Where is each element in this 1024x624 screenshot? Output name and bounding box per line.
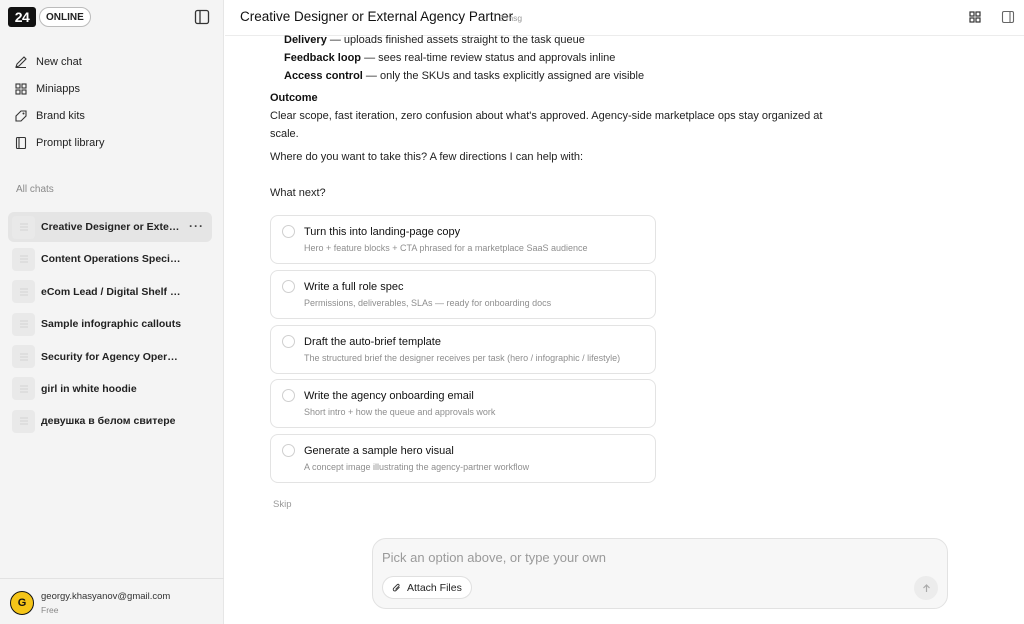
user-plan: Free bbox=[41, 605, 59, 615]
chat-thumbnail-icon bbox=[12, 280, 35, 304]
bullet-term: Access control bbox=[284, 70, 363, 82]
attach-label: Attach Files bbox=[407, 581, 462, 594]
bullet-feedback-loop: Feedback loop — sees real-time review st… bbox=[270, 49, 830, 67]
option-title: Draft the auto-brief template bbox=[304, 335, 441, 348]
bullet-term: Delivery bbox=[284, 34, 327, 46]
chat-thumbnail-icon bbox=[12, 247, 35, 271]
bullet-text: — only the SKUs and tasks explicitly ass… bbox=[362, 70, 645, 82]
send-button[interactable] bbox=[914, 576, 938, 600]
option-subtitle: A concept image illustrating the agency-… bbox=[304, 462, 530, 472]
user-email: georgy.khasyanov@gmail.com bbox=[41, 591, 171, 602]
bullet-term: Feedback loop bbox=[284, 52, 362, 64]
option-subtitle: The structured brief the designer receiv… bbox=[304, 352, 621, 363]
message-count: 2 msg bbox=[499, 13, 523, 23]
chat-thumbnail-icon bbox=[12, 345, 35, 369]
radio-button[interactable] bbox=[282, 279, 295, 293]
chat-thumbnail-icon bbox=[12, 215, 35, 239]
outcome-text-line-1: Clear scope, fast iteration, zero confus… bbox=[270, 110, 823, 122]
arrow-up-icon bbox=[922, 583, 930, 592]
option-list: Turn this into landing-page copy Hero + … bbox=[270, 215, 656, 489]
radio-button[interactable] bbox=[282, 334, 295, 348]
outcome-text-line-2: scale. bbox=[270, 128, 299, 140]
user-profile[interactable]: G georgy.khasyanov@gmail.com Free bbox=[0, 578, 224, 624]
option-title: Write the agency onboarding email bbox=[304, 390, 474, 403]
brand-kit-icon bbox=[15, 109, 27, 122]
nav-prompt-library[interactable]: Prompt library bbox=[6, 129, 216, 156]
book-icon bbox=[15, 136, 27, 149]
chat-item-girl-hoodie[interactable]: girl in white hoodie bbox=[8, 374, 212, 404]
option-title: Generate a sample hero visual bbox=[304, 445, 454, 457]
option-subtitle: Hero + feature blocks + CTA phrased for … bbox=[304, 243, 588, 253]
nav-label: Miniapps bbox=[36, 82, 81, 95]
sidebar-toggle-icon[interactable] bbox=[194, 9, 210, 25]
brand: 24 ONLINE bbox=[8, 6, 91, 28]
chat-item-sample-infographic[interactable]: Sample infographic callouts bbox=[8, 309, 212, 339]
nav-label: Prompt library bbox=[36, 136, 105, 149]
option-title: Write a full role spec bbox=[304, 280, 404, 293]
chat-thumbnail-icon bbox=[12, 377, 35, 401]
nav-brand-kits[interactable]: Brand kits bbox=[6, 102, 216, 129]
avatar[interactable]: G bbox=[10, 591, 34, 615]
message-input[interactable] bbox=[382, 547, 922, 567]
bullet-text: — sees real-time review status and appro… bbox=[361, 52, 616, 64]
chat-list: Creative Designer or External Agency Par… bbox=[8, 212, 212, 439]
bullet-access-control: Access control — only the SKUs and tasks… bbox=[270, 67, 830, 85]
chat-label: Creative Designer or External Agency Par… bbox=[41, 221, 183, 233]
option-subtitle: Short intro + how the queue and approval… bbox=[304, 407, 496, 418]
page-title: Creative Designer or External Agency Par… bbox=[240, 9, 514, 24]
chat-item-girl-sweater[interactable]: девушка в белом свитере bbox=[8, 406, 212, 436]
option-role-spec[interactable]: Write a full role spec Permissions, deli… bbox=[270, 269, 656, 319]
chat-item-content-operations[interactable]: Content Operations Specialist bbox=[8, 244, 212, 274]
sidebar-nav: New chat Miniapps Brand kits Prompt libr… bbox=[6, 48, 216, 156]
directions-text: Where do you want to take this? A few di… bbox=[270, 151, 584, 163]
chat-label: Content Operations Specialist bbox=[41, 253, 183, 266]
chat-label: Sample infographic callouts bbox=[41, 318, 182, 331]
skip-button[interactable]: Skip bbox=[273, 499, 291, 510]
radio-button[interactable] bbox=[282, 389, 295, 403]
chat-label: girl in white hoodie bbox=[41, 382, 137, 395]
nav-new-chat[interactable]: New chat bbox=[6, 48, 216, 75]
new-chat-icon bbox=[15, 55, 27, 68]
nav-label: Brand kits bbox=[36, 109, 85, 122]
status-badge: ONLINE bbox=[39, 7, 91, 27]
composer: Attach Files bbox=[372, 538, 948, 609]
chat-label: Security for Agency Operations bbox=[41, 350, 183, 363]
option-auto-brief[interactable]: Draft the auto-brief template The struct… bbox=[270, 324, 656, 374]
grid-icon bbox=[15, 82, 27, 95]
nav-label: New chat bbox=[36, 55, 82, 68]
chat-item-creative-designer[interactable]: Creative Designer or External Agency Par… bbox=[8, 212, 212, 242]
option-hero-visual[interactable]: Generate a sample hero visual A concept … bbox=[270, 434, 656, 483]
logo[interactable]: 24 bbox=[8, 7, 36, 27]
bullet-delivery: Delivery — uploads finished assets strai… bbox=[270, 31, 830, 49]
chat-label: eCom Lead / Digital Shelf Manager bbox=[41, 285, 183, 298]
chat-thumbnail-icon bbox=[12, 312, 35, 336]
radio-button[interactable] bbox=[282, 225, 295, 238]
layout-grid-icon[interactable] bbox=[968, 10, 982, 24]
chats-section-label: All chats bbox=[16, 184, 54, 195]
chat-item-security[interactable]: Security for Agency Operations bbox=[8, 342, 212, 372]
chat-item-ecom-lead[interactable]: eCom Lead / Digital Shelf Manager bbox=[8, 277, 212, 307]
option-onboarding-email[interactable]: Write the agency onboarding email Short … bbox=[270, 379, 656, 429]
option-title: Turn this into landing-page copy bbox=[304, 226, 461, 238]
outcome-heading: Outcome bbox=[270, 92, 318, 104]
chat-label: девушка в белом свитере bbox=[41, 415, 176, 428]
option-landing-page-copy[interactable]: Turn this into landing-page copy Hero + … bbox=[270, 215, 656, 264]
right-panel-icon[interactable] bbox=[1001, 10, 1015, 24]
nav-miniapps[interactable]: Miniapps bbox=[6, 75, 216, 102]
attach-files-button[interactable]: Attach Files bbox=[382, 576, 472, 599]
chat-thumbnail-icon bbox=[12, 409, 35, 433]
sidebar: 24 ONLINE New chat Miniapps Brand kits P… bbox=[0, 0, 224, 624]
option-subtitle: Permissions, deliverables, SLAs — ready … bbox=[304, 297, 552, 308]
more-options-icon[interactable]: ··· bbox=[189, 219, 204, 233]
bullet-text: — uploads finished assets straight to th… bbox=[326, 34, 585, 46]
radio-button[interactable] bbox=[282, 444, 295, 457]
what-next-text: What next? bbox=[270, 187, 326, 199]
assistant-message: Delivery — uploads finished assets strai… bbox=[270, 34, 830, 202]
paperclip-icon bbox=[392, 583, 400, 591]
